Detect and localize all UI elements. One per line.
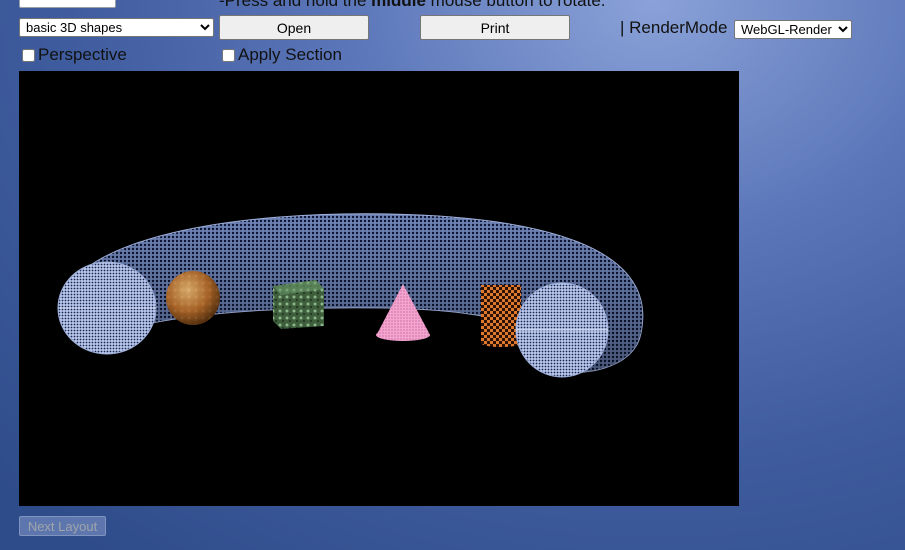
perspective-checkbox[interactable] bbox=[22, 48, 35, 62]
top-text-field[interactable] bbox=[19, 0, 116, 8]
3d-viewport[interactable] bbox=[19, 71, 739, 506]
cylinder-shape bbox=[481, 285, 521, 343]
apply-section-option: Apply Section bbox=[222, 45, 342, 65]
render-mode-select[interactable]: WebGL-Render bbox=[734, 20, 852, 39]
apply-section-checkbox[interactable] bbox=[222, 48, 235, 62]
perspective-option: Perspective bbox=[22, 45, 127, 65]
3d-scene bbox=[57, 213, 644, 378]
apply-section-label: Apply Section bbox=[238, 45, 342, 64]
next-layout-button[interactable]: Next Layout bbox=[19, 516, 106, 536]
rotate-hint: -Press and hold the middle mouse button … bbox=[219, 0, 606, 10]
open-button[interactable]: Open bbox=[219, 15, 369, 40]
print-button[interactable]: Print bbox=[420, 15, 570, 40]
scene-select[interactable]: basic 3D shapes bbox=[19, 18, 214, 37]
render-mode-label: | RenderMode bbox=[620, 18, 728, 37]
perspective-label: Perspective bbox=[38, 45, 127, 64]
